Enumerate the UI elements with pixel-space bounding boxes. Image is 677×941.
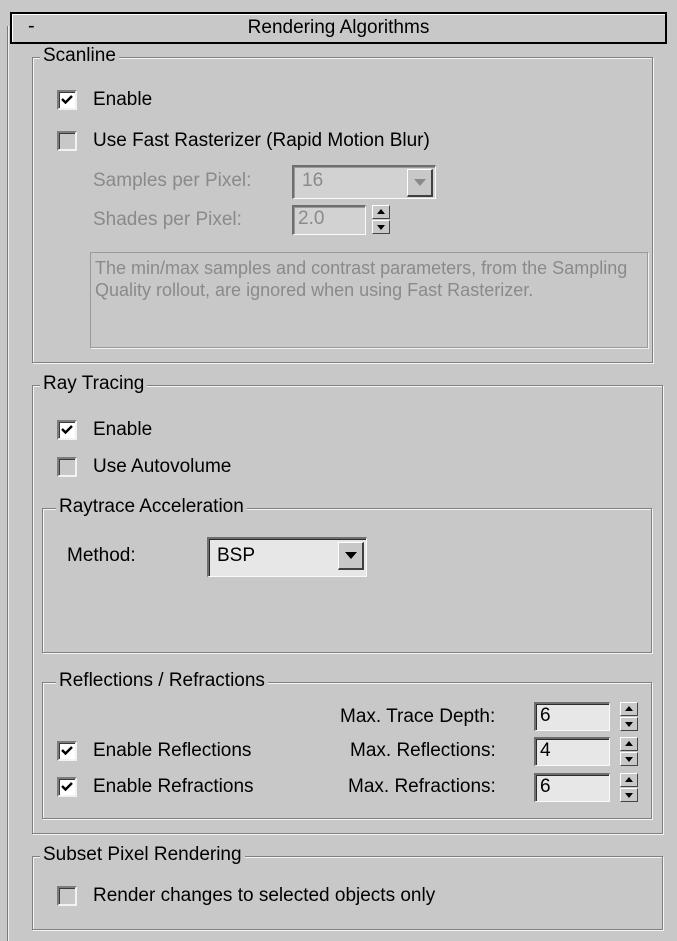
max-reflections-field[interactable]: 4 [534,737,610,766]
render-changes-selected-checkbox[interactable] [57,886,77,906]
shades-per-pixel-field[interactable]: 2.0 [292,205,366,235]
check-icon [61,95,73,105]
max-refractions-field[interactable]: 6 [534,773,610,802]
max-reflections-spinner[interactable] [620,737,638,767]
spinner-down-icon[interactable] [620,717,638,731]
enable-refractions-checkbox[interactable] [57,777,77,797]
scanline-enable-label: Enable [93,89,153,110]
spinner-up-icon[interactable] [620,773,638,787]
max-reflections-label: Max. Reflections: [350,740,496,761]
scanline-enable-checkbox[interactable] [57,90,77,110]
rollout-left-rule-highlight [8,26,9,941]
check-icon [61,425,73,435]
raytracing-enable-label: Enable [93,419,153,440]
raytrace-acceleration-group [42,508,652,653]
scanline-legend: Scanline [40,45,119,67]
subset-pixel-rendering-legend: Subset Pixel Rendering [40,844,245,866]
check-icon [61,782,73,792]
dropdown-arrow-icon[interactable] [338,542,364,570]
acceleration-method-value: BSP [217,545,256,566]
raytracing-enable-checkbox[interactable] [57,420,77,440]
samples-per-pixel-dropdown[interactable]: 16 [292,165,436,199]
check-icon [61,746,73,756]
shades-per-pixel-spinner[interactable] [372,205,390,235]
samples-per-pixel-value: 16 [302,170,324,191]
spinner-up-icon[interactable] [372,205,390,219]
rollout-header-rendering-algorithms[interactable]: - Rendering Algorithms [10,12,667,44]
max-trace-depth-spinner[interactable] [620,702,638,732]
max-trace-depth-label: Max. Trace Depth: [340,706,496,727]
fast-rasterizer-label: Use Fast Rasterizer (Rapid Motion Blur) [93,130,430,151]
raytracing-legend: Ray Tracing [40,373,148,395]
spinner-down-icon[interactable] [620,752,638,766]
shades-per-pixel-label: Shades per Pixel: [93,209,242,230]
fast-rasterizer-checkbox[interactable] [57,131,77,151]
enable-reflections-label: Enable Reflections [93,740,252,761]
max-refractions-label: Max. Refractions: [348,776,496,797]
acceleration-method-dropdown[interactable]: BSP [207,537,367,577]
enable-reflections-checkbox[interactable] [57,741,77,761]
raytrace-acceleration-legend: Raytrace Acceleration [56,496,247,518]
method-label: Method: [67,545,136,566]
max-refractions-spinner[interactable] [620,773,638,803]
autovolume-checkbox[interactable] [57,457,77,477]
dropdown-arrow-icon[interactable] [407,169,433,197]
render-changes-selected-label: Render changes to selected objects only [93,885,436,906]
reflections-refractions-legend: Reflections / Refractions [56,670,268,692]
enable-refractions-label: Enable Refractions [93,776,254,797]
samples-per-pixel-label: Samples per Pixel: [93,170,252,191]
max-trace-depth-field[interactable]: 6 [534,702,610,731]
spinner-up-icon[interactable] [620,737,638,751]
spinner-up-icon[interactable] [620,702,638,716]
spinner-down-icon[interactable] [620,788,638,802]
autovolume-label: Use Autovolume [93,456,232,477]
spinner-down-icon[interactable] [372,220,390,234]
fast-rasterizer-info-text: The min/max samples and contrast paramet… [90,252,648,348]
rollout-title: Rendering Algorithms [247,17,430,38]
